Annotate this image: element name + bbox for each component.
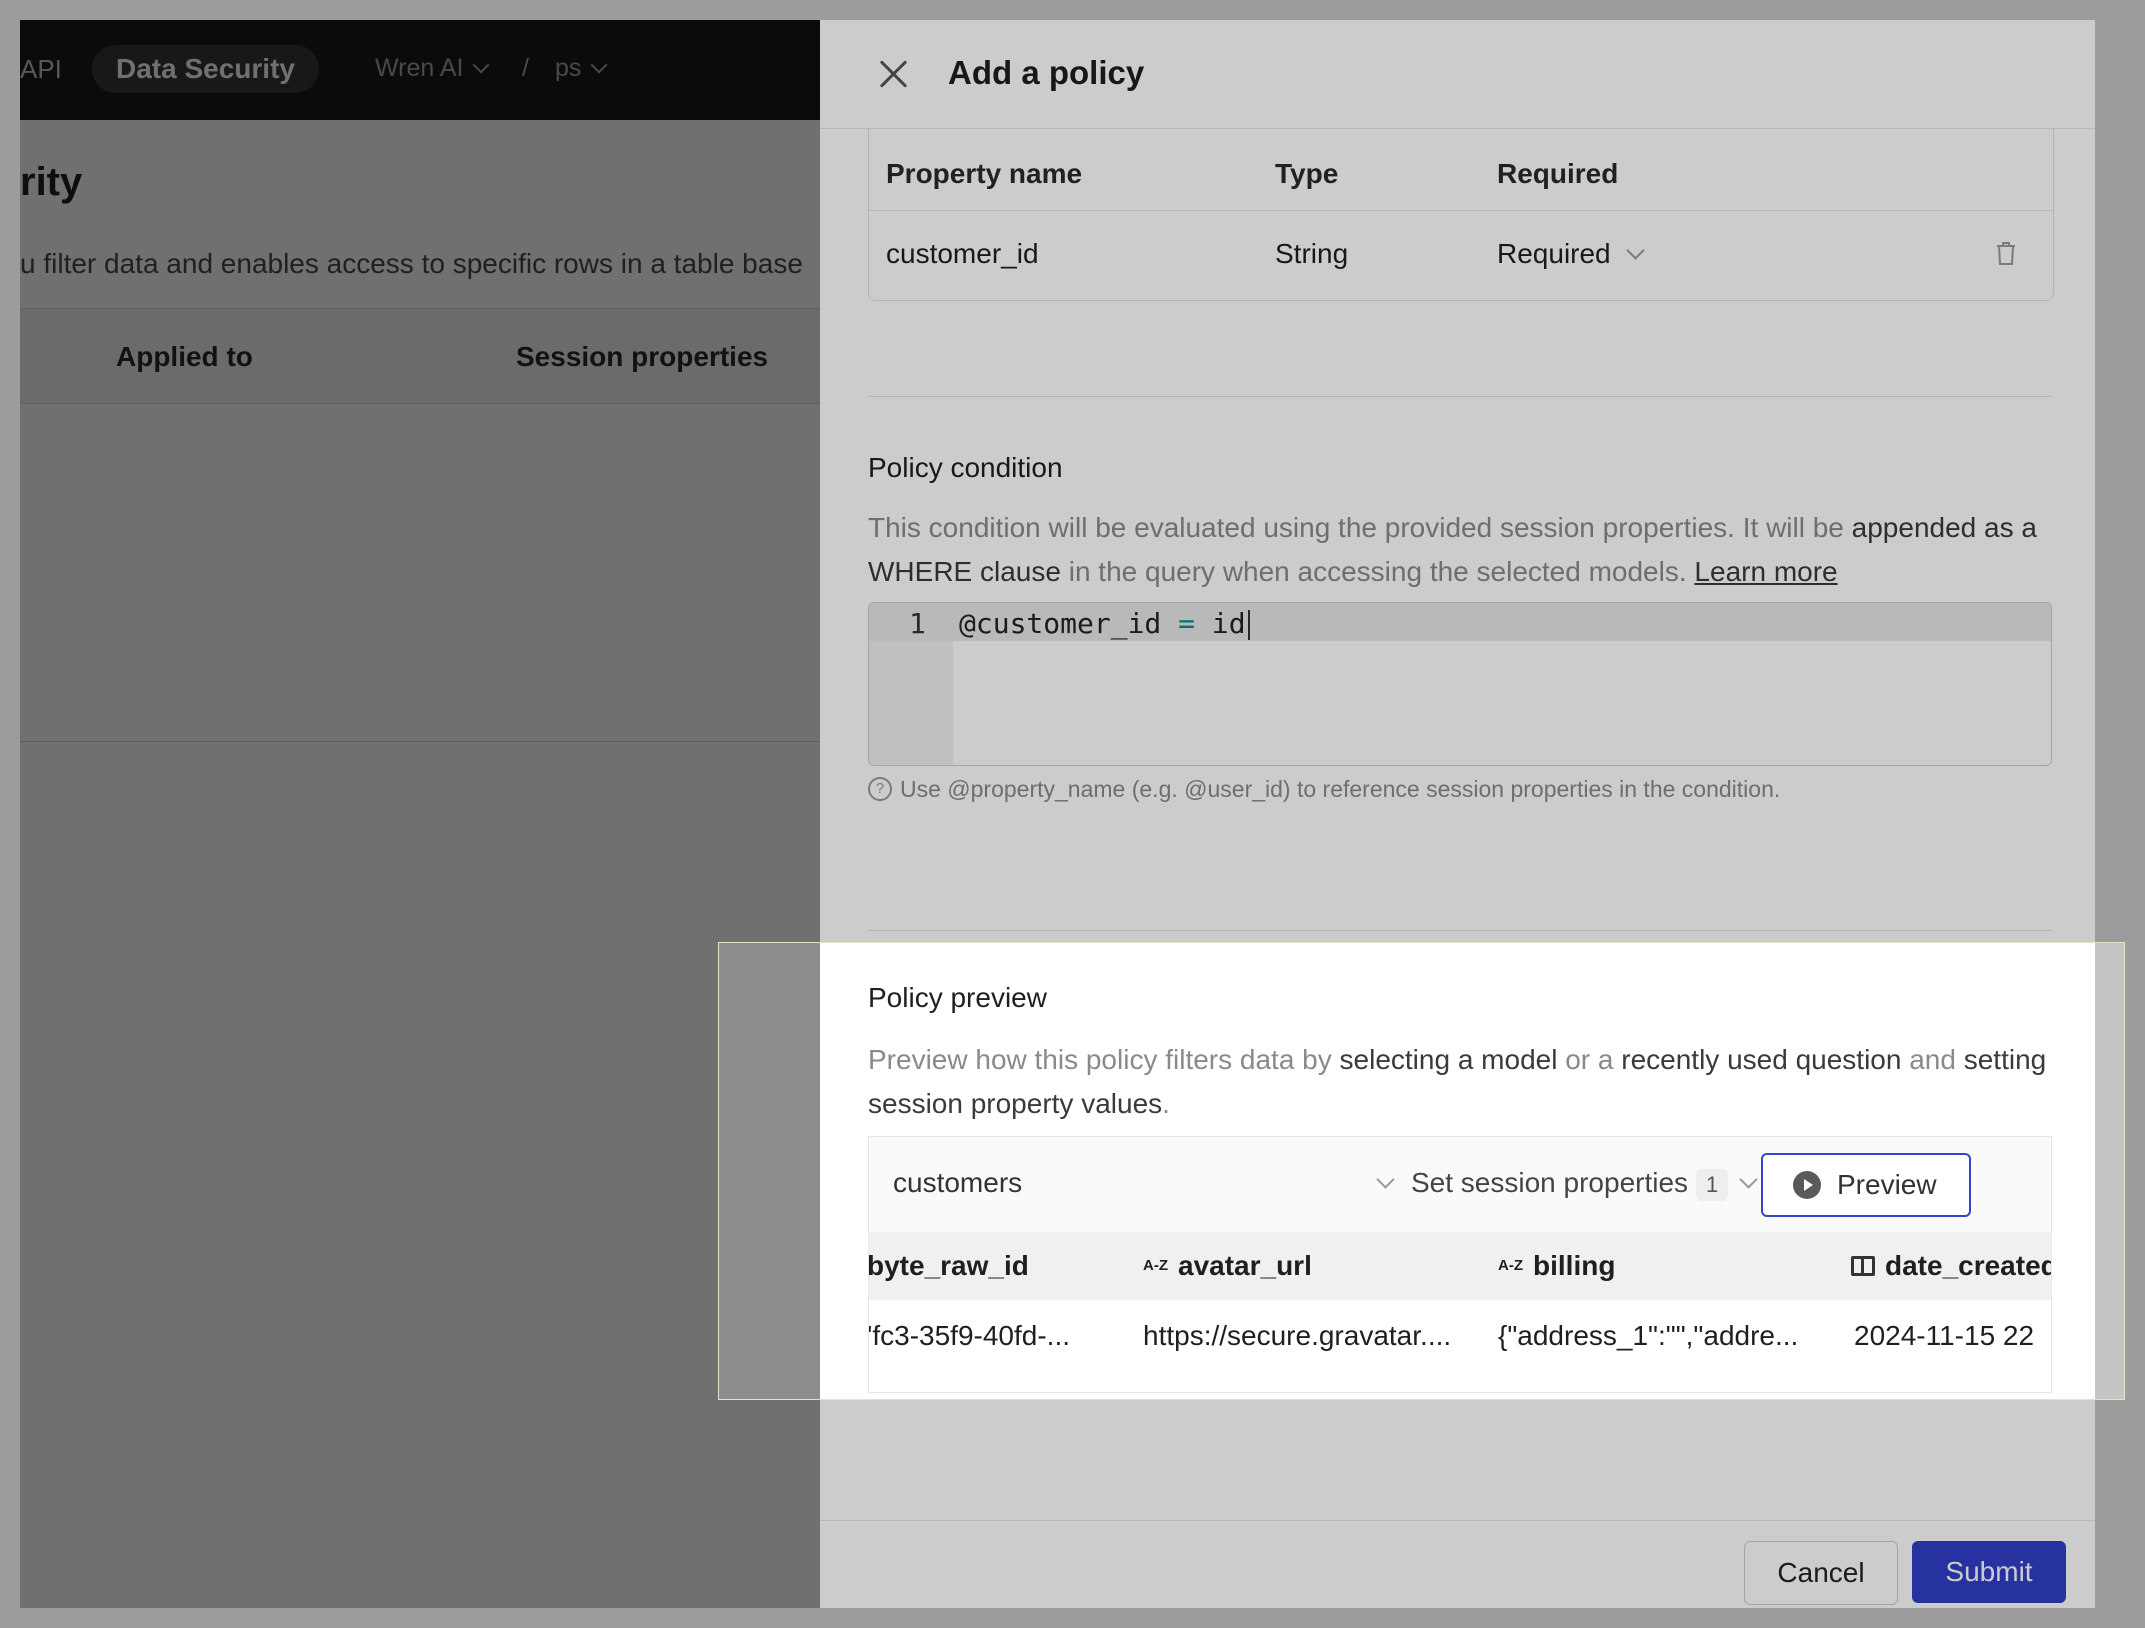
condition-code[interactable]: @customer_id = id — [959, 607, 1250, 640]
text-type-icon: A-Z — [1143, 1257, 1168, 1275]
line-number: 1 — [909, 607, 926, 640]
condition-desc-text: This condition will be evaluated using t… — [868, 512, 1852, 543]
app-window: API Data Security Wren AI / ps rity u fi… — [20, 20, 2095, 1608]
policy-preview-title: Policy preview — [868, 982, 1047, 1013]
chevron-down-icon — [1625, 241, 1645, 260]
drawer-header: Add a policy — [820, 20, 2095, 129]
preview-button[interactable]: Preview — [1761, 1153, 1971, 1217]
trash-icon[interactable] — [1995, 240, 2017, 266]
property-name-cell[interactable]: customer_id — [886, 238, 1039, 270]
condition-hint: ? Use @property_name (e.g. @user_id) to r… — [868, 776, 1780, 803]
column-header-label: date_created — [1885, 1250, 2052, 1281]
section-divider — [868, 396, 2052, 397]
table-icon — [1851, 1255, 1875, 1276]
drawer-footer: Cancel Submit — [820, 1520, 2095, 1608]
text-cursor — [1247, 610, 1250, 640]
header-required: Required — [1497, 158, 1619, 189]
preview-button-label: Preview — [1837, 1169, 1937, 1200]
table-cell: 'fc3-35f9-40fd-... — [868, 1320, 1070, 1351]
property-type-cell[interactable]: String — [1275, 238, 1348, 270]
table-cell: {"address_1":"","addre... — [1498, 1320, 1799, 1351]
column-header-label: avatar_url — [1178, 1250, 1312, 1281]
chevron-down-icon[interactable] — [1376, 1170, 1395, 1189]
model-select[interactable]: customers — [893, 1167, 1022, 1199]
column-header: byte_raw_id — [868, 1250, 1029, 1281]
preview-controls: customers Set session properties 1 Previe… — [868, 1136, 2052, 1233]
preview-desc-text: Preview how this policy filters data by — [868, 1044, 1340, 1075]
required-select-value: Required — [1497, 238, 1611, 269]
session-properties-table: Property name Type Required customer_id … — [868, 128, 2054, 301]
preview-desc-emphasis-1: selecting a model — [1339, 1044, 1558, 1075]
code-operator: = — [1178, 607, 1196, 640]
chevron-down-icon — [1739, 1170, 1758, 1189]
code-right: id — [1195, 607, 1246, 640]
add-policy-drawer: Add a policy Property name Type Required… — [820, 20, 2095, 1608]
spotlight-mask — [2125, 942, 2145, 1400]
preview-desc-text-3: and — [1901, 1044, 1964, 1075]
condition-hint-text: Use @property_name (e.g. @user_id) to re… — [900, 776, 1781, 802]
condition-desc-text-2: in the query when accessing the selected… — [1060, 556, 1695, 587]
preview-desc-text-2: or a — [1557, 1044, 1622, 1075]
column-header: A-Z avatar_url — [1143, 1250, 1312, 1282]
table-cell: https://secure.gravatar.... — [1143, 1320, 1452, 1351]
column-header: date_created — [1851, 1250, 2052, 1282]
condition-code-editor[interactable]: 1 @customer_id = id — [868, 602, 2052, 766]
policy-preview-description: Preview how this policy filters data by … — [868, 1038, 2052, 1126]
cancel-button[interactable]: Cancel — [1744, 1541, 1898, 1605]
close-icon[interactable] — [876, 56, 912, 92]
policy-condition-description: This condition will be evaluated using t… — [868, 506, 2052, 594]
table-divider — [869, 210, 2053, 211]
question-icon: ? — [868, 776, 892, 801]
table-cell: 2024-11-15 22 — [1854, 1320, 2035, 1351]
preview-desc-emphasis-2: recently used question — [1621, 1044, 1902, 1075]
drawer-title: Add a policy — [948, 54, 1145, 91]
policy-condition-title: Policy condition — [868, 452, 1063, 483]
preview-result-table: byte_raw_id A-Z avatar_url A-Z billing dat… — [868, 1232, 2052, 1393]
header-property-name: Property name — [886, 158, 1083, 189]
column-header-label: billing — [1533, 1250, 1616, 1281]
session-properties-count: 1 — [1696, 1169, 1729, 1201]
header-type: Type — [1275, 158, 1339, 189]
column-header: A-Z billing — [1498, 1250, 1615, 1282]
code-left: @customer_id — [959, 607, 1179, 640]
preview-desc-text-4: . — [1162, 1088, 1170, 1119]
set-session-properties-button[interactable]: Set session properties 1 — [1411, 1167, 1758, 1201]
learn-more-link[interactable]: Learn more — [1694, 556, 1837, 587]
required-select[interactable]: Required — [1497, 238, 1645, 270]
submit-button[interactable]: Submit — [1912, 1541, 2066, 1603]
session-properties-label: Set session properties — [1411, 1167, 1689, 1198]
play-icon — [1793, 1171, 1821, 1199]
section-divider — [868, 930, 2052, 931]
text-type-icon: A-Z — [1498, 1257, 1523, 1275]
